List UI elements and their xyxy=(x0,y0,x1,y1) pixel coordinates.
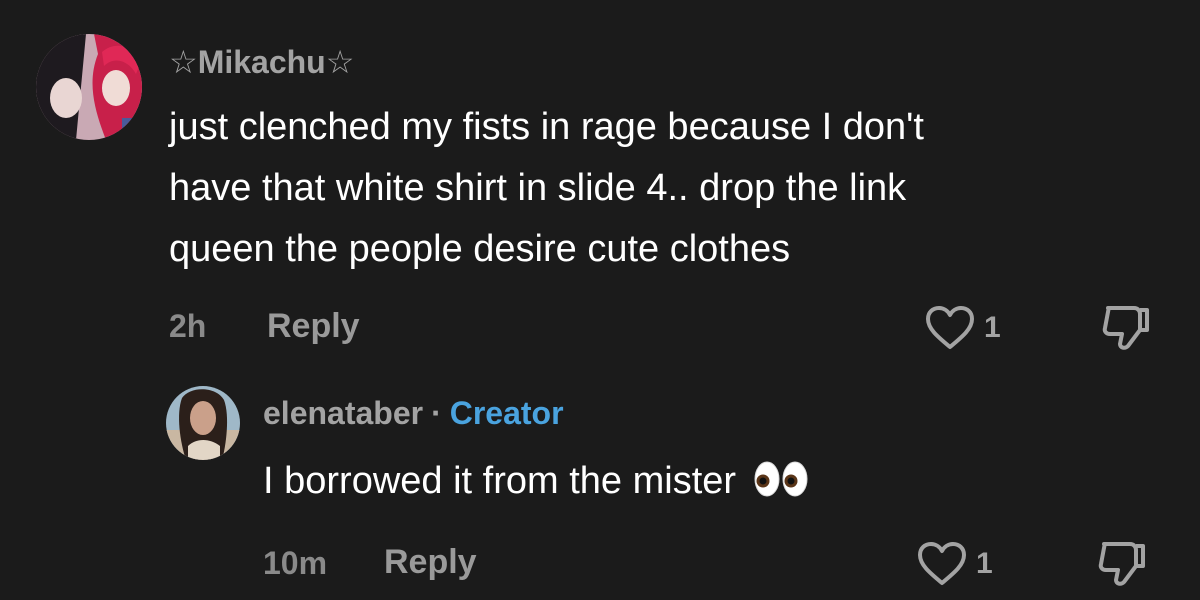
avatar[interactable] xyxy=(166,386,240,460)
avatar-image xyxy=(166,386,240,460)
eyes-emoji-icon xyxy=(753,457,809,518)
avatar[interactable] xyxy=(36,34,142,140)
comment-timestamp: 2h xyxy=(169,308,207,344)
heart-outline-icon xyxy=(926,306,974,349)
heart-outline-icon xyxy=(918,542,966,585)
comment-body: I borrowed it from the mister xyxy=(263,451,809,518)
dislike-button[interactable] xyxy=(1096,538,1148,593)
comment-username[interactable]: elenataber xyxy=(263,395,423,431)
thumbs-down-icon xyxy=(1098,542,1145,586)
reply-button[interactable]: Reply xyxy=(384,545,477,579)
like-button[interactable]: 1 xyxy=(916,541,993,587)
avatar-image xyxy=(36,34,142,140)
comment-line: have that white shirt in slide 4.. drop … xyxy=(169,167,907,209)
creator-badge: Creator xyxy=(449,395,564,431)
thumbs-down-icon xyxy=(1102,306,1149,350)
reply-username-row: elenataber · Creator xyxy=(263,397,564,429)
comment-line: queen the people desire cute clothes xyxy=(169,228,791,270)
comment-line: just clenched my fists in rage because I… xyxy=(169,106,924,148)
like-button[interactable]: 1 xyxy=(924,305,1001,351)
like-count: 1 xyxy=(976,547,993,580)
reply-button[interactable]: Reply xyxy=(267,309,360,343)
dislike-button[interactable] xyxy=(1100,302,1152,357)
comment-body: just clenched my fists in rage because I… xyxy=(169,97,924,280)
like-count: 1 xyxy=(984,311,1001,344)
comment-timestamp: 10m xyxy=(263,545,328,581)
comment-username[interactable]: ☆Mikachu☆ xyxy=(169,46,354,78)
separator-dot: · xyxy=(431,395,442,431)
comment-line: I borrowed it from the mister xyxy=(263,460,737,502)
